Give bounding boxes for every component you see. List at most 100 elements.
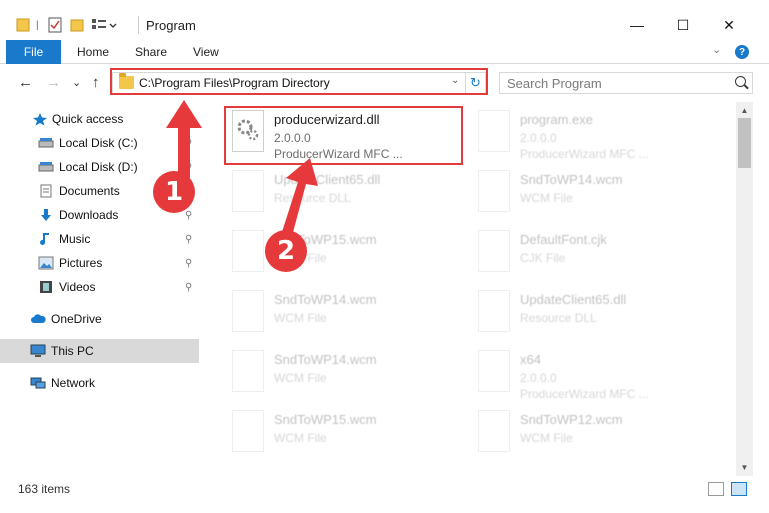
- step-one-badge: 1: [153, 171, 195, 213]
- file-details: 2.0.0.0 ProducerWizard MFC ...: [520, 130, 649, 162]
- file-icon: [478, 410, 510, 452]
- drive-icon: [38, 136, 54, 150]
- file-icon: [478, 290, 510, 332]
- folder-icon: [16, 14, 30, 36]
- file-item[interactable]: UpdateClient65.dll Resource DLL: [472, 286, 712, 342]
- file-icon: [232, 410, 264, 452]
- file-version: 2.0.0.0: [520, 131, 557, 145]
- file-name: SndToWP14.wcm: [520, 172, 623, 187]
- network-icon: [30, 376, 46, 390]
- cloud-icon: [30, 312, 46, 326]
- file-item[interactable]: SndToWP14.wcm WCM File: [226, 346, 466, 402]
- file-version: Resource DLL: [274, 191, 351, 205]
- pin-icon: ⚲: [185, 209, 193, 221]
- sidebar-item-local-disk-c[interactable]: Local Disk (C:) ⚲: [0, 131, 199, 155]
- sidebar-item-quick-access[interactable]: Quick access: [0, 107, 199, 131]
- file-icon: [232, 230, 264, 272]
- details-view-icon[interactable]: [708, 482, 724, 496]
- help-icon[interactable]: ?: [735, 45, 749, 59]
- file-icon: [478, 350, 510, 392]
- back-button[interactable]: ←: [18, 74, 33, 91]
- file-name: SndToWP12.wcm: [520, 412, 623, 427]
- pin-icon: ⚲: [185, 233, 193, 245]
- file-item[interactable]: SndToWP15.wcmWCM File: [226, 226, 466, 282]
- search-input[interactable]: [507, 75, 722, 91]
- sidebar-item-pictures[interactable]: Pictures ⚲: [0, 251, 199, 275]
- file-icon: [232, 170, 264, 212]
- file-item[interactable]: SndToWP14.wcm WCM File: [226, 286, 466, 342]
- computer-icon: [30, 344, 46, 358]
- star-icon: [32, 112, 48, 126]
- properties-icon[interactable]: [48, 14, 62, 36]
- file-icon: [232, 350, 264, 392]
- scroll-down-icon[interactable]: ▼: [736, 459, 753, 476]
- sidebar-item-network[interactable]: Network: [0, 371, 199, 395]
- tab-home[interactable]: Home: [77, 40, 109, 64]
- file-item[interactable]: DefaultFont.cjk CJK File: [472, 226, 712, 282]
- recent-locations-button[interactable]: ⌄: [72, 76, 81, 89]
- file-version: WCM File: [274, 371, 327, 385]
- sidebar-item-label: OneDrive: [51, 312, 102, 326]
- tab-file[interactable]: File: [6, 40, 61, 64]
- large-icons-view-icon[interactable]: [731, 482, 747, 496]
- file-item[interactable]: x64 2.0.0.0 ProducerWizard MFC ...: [472, 346, 712, 402]
- file-details: Resource DLL: [520, 310, 597, 326]
- item-count: 163 items: [18, 482, 71, 496]
- file-details: Resource DLL: [274, 190, 351, 206]
- pictures-icon: [38, 256, 54, 270]
- file-version: CJK File: [520, 251, 566, 265]
- sidebar-item-videos[interactable]: Videos ⚲: [0, 275, 199, 299]
- tab-share[interactable]: Share: [135, 40, 167, 64]
- customize-toolbar-icon[interactable]: [91, 14, 117, 36]
- file-name: program.exe: [520, 112, 593, 127]
- close-button[interactable]: ✕: [707, 12, 751, 38]
- address-bar[interactable]: C:\Program Files\Program Directory ⌄ ↻: [112, 72, 486, 94]
- file-list: producerwizard.dll 2.0.0.0 ProducerWizard …: [202, 102, 736, 476]
- scrollbar-thumb[interactable]: [738, 118, 751, 168]
- file-version: WCM File: [520, 191, 573, 205]
- minimize-button[interactable]: —: [615, 12, 659, 38]
- maximize-button[interactable]: ☐: [661, 12, 705, 38]
- expand-ribbon-icon[interactable]: ⌄: [712, 43, 721, 56]
- file-item[interactable]: producerwizard.dll 2.0.0.0 ProducerWizard …: [226, 106, 466, 162]
- file-details: WCM File: [274, 430, 327, 446]
- address-dropdown-icon[interactable]: ⌄: [451, 75, 459, 86]
- file-item[interactable]: SndToWP12.wcm WCM File: [472, 406, 712, 462]
- sidebar-item-label: Local Disk (D:): [59, 160, 138, 174]
- sidebar-item-label: Documents: [59, 184, 120, 198]
- up-button[interactable]: ↑: [92, 74, 100, 91]
- sidebar-item-onedrive[interactable]: OneDrive: [0, 307, 199, 331]
- status-bar: 163 items: [0, 476, 769, 513]
- tab-view[interactable]: View: [193, 40, 219, 64]
- file-description: ProducerWizard MFC ...: [520, 147, 649, 161]
- sidebar-item-label: Music: [59, 232, 91, 246]
- sidebar-item-music[interactable]: Music ⚲: [0, 227, 199, 251]
- vertical-scrollbar[interactable]: ▲ ▼: [736, 102, 753, 476]
- file-name: SndToWP15.wcm: [274, 412, 377, 427]
- drive-icon: [38, 160, 54, 174]
- folder-icon: [119, 73, 134, 89]
- file-item[interactable]: SndToWP14.wcm WCM File: [472, 166, 712, 222]
- file-icon: [232, 290, 264, 332]
- file-name: DefaultFont.cjk: [520, 232, 607, 247]
- forward-button[interactable]: →: [46, 74, 61, 91]
- search-box[interactable]: [499, 72, 753, 94]
- sidebar-item-label: Videos: [59, 280, 96, 294]
- file-version: WCM File: [274, 431, 327, 445]
- sidebar-item-label: This PC: [51, 344, 94, 358]
- new-folder-icon[interactable]: [70, 14, 84, 36]
- file-details: WCM File: [520, 430, 573, 446]
- navigation-pane: Quick access Local Disk (C:) ⚲ Local Disk (…: [0, 102, 202, 476]
- search-icon: [735, 76, 746, 87]
- scroll-up-icon[interactable]: ▲: [736, 102, 753, 119]
- sidebar-item-this-pc[interactable]: This PC: [0, 339, 199, 363]
- file-item[interactable]: program.exe 2.0.0.0 ProducerWizard MFC ...: [472, 106, 712, 162]
- sidebar-item-label: Local Disk (C:): [59, 136, 138, 150]
- file-icon: [478, 110, 510, 152]
- title-bar: | Program — ☐ ✕: [0, 0, 769, 40]
- file-name: SndToWP14.wcm: [274, 352, 377, 367]
- refresh-icon[interactable]: ↻: [465, 73, 485, 93]
- file-item[interactable]: SndToWP15.wcm WCM File: [226, 406, 466, 462]
- file-item[interactable]: UpdateClient65.dll Resource DLL: [226, 166, 466, 222]
- file-description: ProducerWizard MFC ...: [520, 387, 649, 401]
